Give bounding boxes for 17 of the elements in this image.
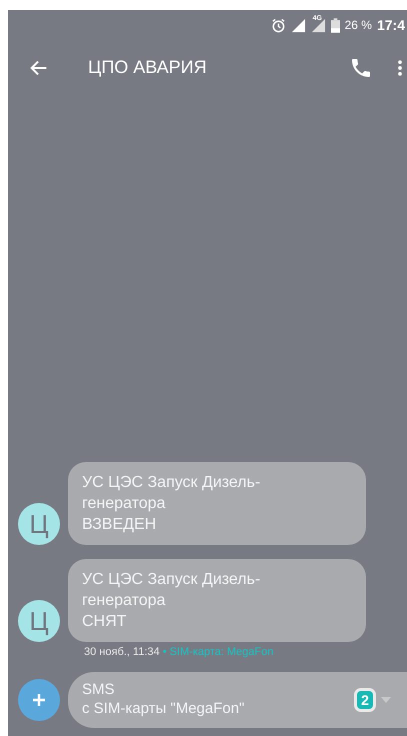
sim-badge[interactable]: 2 (357, 691, 373, 709)
conversation-title: ЦПО АВАРИЯ (88, 57, 208, 78)
message-input-field[interactable]: SMS с SIM-карты "MegaFon" 2 (68, 672, 407, 728)
message-timestamp: 30 нояб., 11:34 (84, 646, 160, 658)
attach-button[interactable] (18, 679, 60, 721)
plus-icon (31, 692, 47, 708)
message-bubble[interactable]: УС ЦЭС Запуск Дизель- генератора СНЯТ (68, 559, 366, 642)
alarm-icon (270, 18, 286, 32)
battery-level: 26 % (344, 18, 372, 32)
sim-label: • SIM-карта: MegaFon (162, 646, 274, 658)
battery-icon (330, 18, 340, 32)
more-options-icon[interactable] (397, 58, 403, 78)
contact-avatar: Ц (18, 600, 60, 642)
contact-avatar: Ц (18, 503, 60, 545)
signal-icon (290, 18, 306, 32)
message-bubble[interactable]: УС ЦЭС Запуск Дизель- генератора ВЗВЕДЕН (68, 462, 366, 545)
clock: 17:4 (376, 17, 405, 33)
